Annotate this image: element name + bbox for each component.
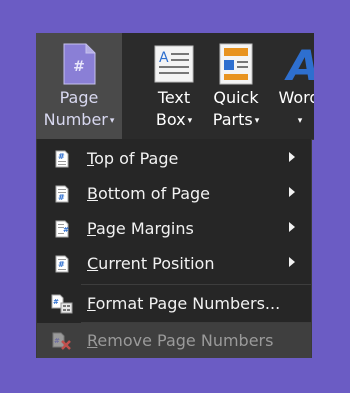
menu-item-label: op of Page [94,148,179,168]
menu-separator [81,284,311,285]
page-number-button[interactable]: # Page Number ▾ [36,33,122,139]
ribbon-insert-group: # Page Number ▾ A Text Box ▾ Quick Parts… [36,33,314,140]
quick-parts-label-line1: Quick [213,88,259,107]
text-box-icon: A [154,41,194,87]
page-number-menu: # Top of Page # Bottom of Page # Page Ma… [36,139,312,358]
chevron-down-icon: ▾ [297,116,303,126]
remove-page-numbers-icon: # [37,332,87,350]
page-number-icon: # [62,41,96,87]
format-page-numbers-icon: # [37,294,87,314]
chevron-down-icon: ▾ [187,116,193,126]
accel-key: T [87,148,95,168]
accel-key: P [87,218,96,238]
accel-key: C [87,253,99,273]
accel-key: F [87,293,96,313]
menu-item-label: urrent Position [98,253,215,273]
page-number-label-line2: Number [43,110,108,129]
svg-text:#: # [73,59,85,75]
page-top-number-icon: # [37,150,87,168]
page-current-number-icon: # [37,255,87,273]
menu-item-current-position[interactable]: # Current Position [37,246,311,281]
svg-text:#: # [54,337,60,345]
text-box-button[interactable]: A Text Box ▾ [145,33,203,139]
chevron-down-icon: ▾ [254,116,260,126]
quick-parts-label-line2: Parts [212,110,253,129]
svg-text:#: # [58,260,65,269]
svg-text:#: # [58,152,65,161]
submenu-arrow-icon [289,187,295,197]
submenu-arrow-icon [289,257,295,267]
chevron-down-icon: ▾ [109,116,115,126]
menu-item-remove-page-numbers[interactable]: # Remove Page Numbers [37,323,311,358]
accel-key: B [87,183,98,203]
page-number-label-line1: Page [59,88,99,107]
svg-text:A: A [284,42,314,86]
menu-item-label: emove Page Numbers [97,330,274,350]
menu-item-label: ottom of Page [97,183,211,203]
page-margin-number-icon: # [37,220,87,238]
menu-item-bottom-of-page[interactable]: # Bottom of Page [37,176,311,211]
submenu-arrow-icon [289,222,295,232]
svg-text:#: # [58,193,65,202]
accel-key: R [87,330,98,350]
wordart-label-line1: Word [278,88,314,107]
menu-item-label: ormat Page Numbers... [95,293,281,313]
page-bottom-number-icon: # [37,185,87,203]
submenu-arrow-icon [289,152,295,162]
menu-item-format-page-numbers[interactable]: # Format Page Numbers... [37,286,311,321]
svg-text:#: # [63,226,69,234]
quick-parts-button[interactable]: Quick Parts ▾ [207,33,265,139]
text-box-label-line2: Box [155,110,186,129]
wordart-icon: A [279,41,314,87]
svg-text:#: # [53,298,59,306]
quick-parts-icon [219,41,253,87]
menu-item-label: age Margins [95,218,194,238]
menu-item-top-of-page[interactable]: # Top of Page [37,141,311,176]
text-box-label-line1: Text [157,88,191,107]
svg-text:A: A [159,50,169,66]
wordart-button[interactable]: A Word ▾ [269,33,314,139]
menu-item-page-margins[interactable]: # Page Margins [37,211,311,246]
